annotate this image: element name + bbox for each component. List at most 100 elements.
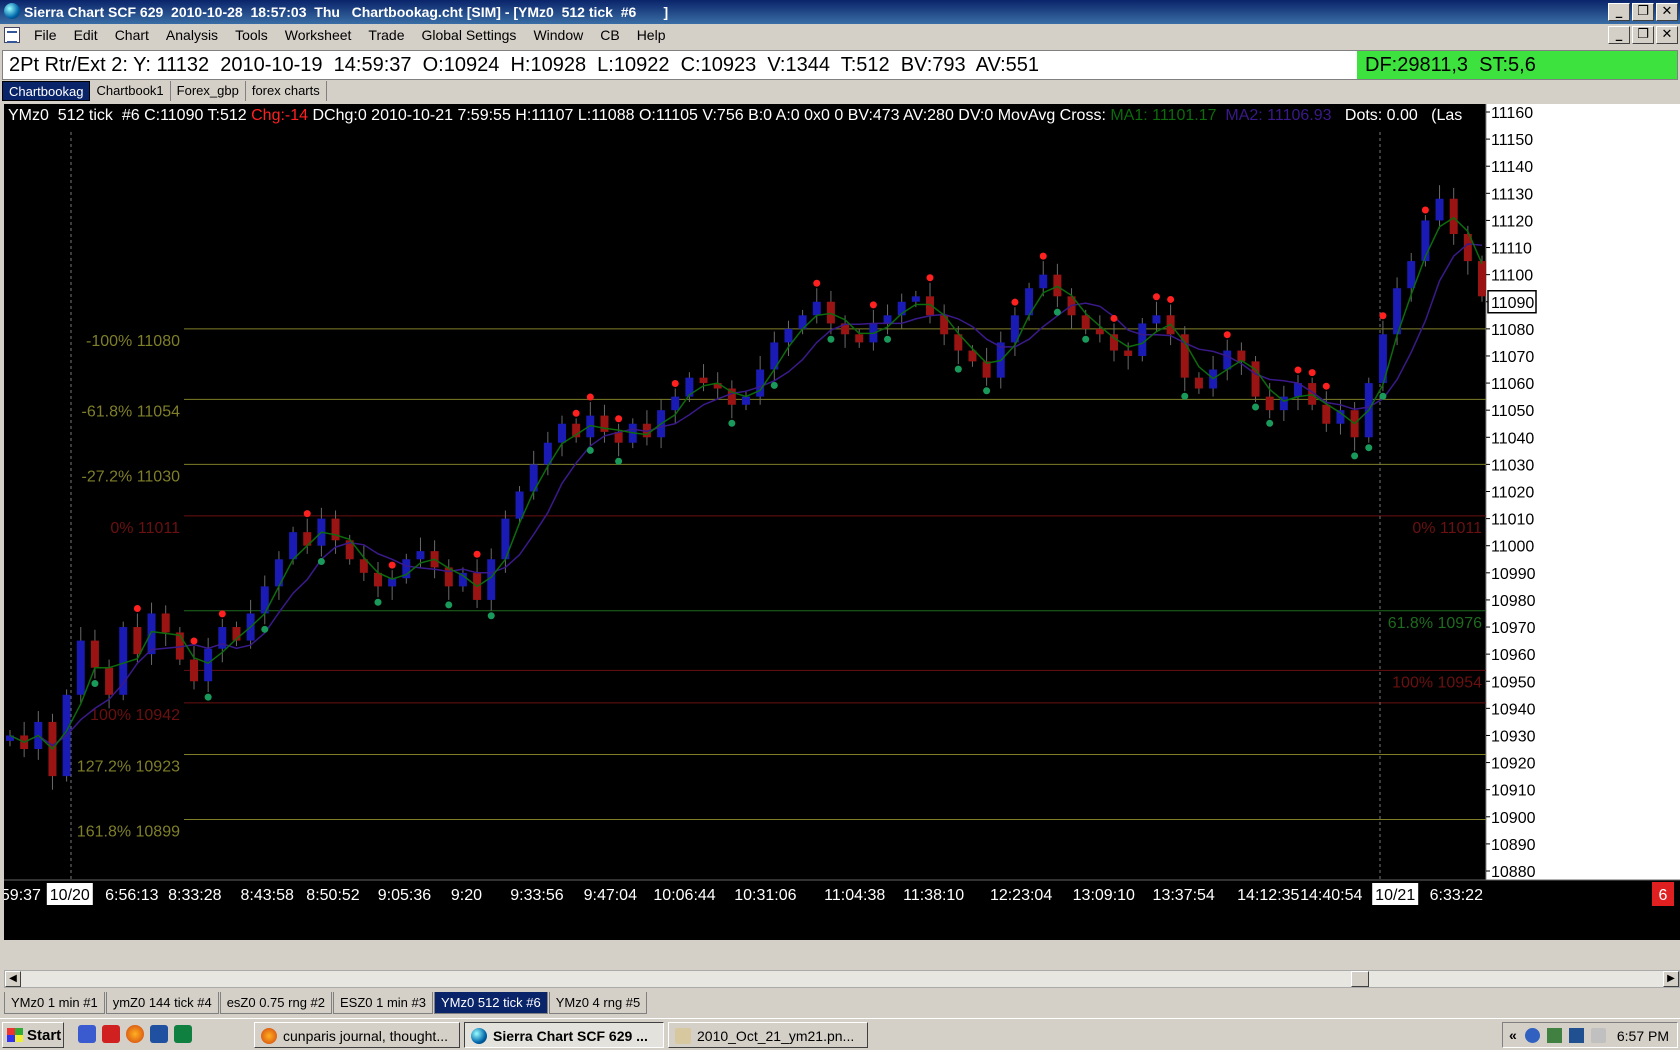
candle-body [1138,323,1147,356]
last-price-label: 11090 [1491,295,1534,312]
chart-tab-ymz0-144tick[interactable]: ymZ0 144 tick #4 [105,992,219,1014]
chart-tab-ymz0-512tick[interactable]: YMz0 512 tick #6 [434,992,548,1014]
tab-forex-charts[interactable]: forex charts [246,81,327,101]
swing-low-dot [1266,419,1274,427]
time-label: 14:40:54 [1300,887,1362,904]
sierra-chart-app-icon[interactable] [4,3,20,19]
swing-high-dot [388,561,396,569]
swing-low-dot [1181,392,1189,400]
candle-body [911,296,920,302]
candle-body [1322,404,1331,424]
axis-count-badge-label: 6 [1659,887,1668,904]
header-prefix: YMz0 512 tick #6 C:11090 T:512 [8,107,252,124]
y-tick-label: 10940 [1491,701,1536,718]
swing-low-dot [1351,452,1359,460]
menu-global-settings[interactable]: Global Settings [421,27,516,43]
doc-restore-button[interactable]: ❐ [1632,26,1654,44]
menu-tools[interactable]: Tools [235,27,268,43]
swing-high-dot [1011,298,1019,306]
task-image-viewer[interactable]: 2010_Oct_21_ym21.pn... [668,1022,868,1048]
show-desktop-icon[interactable] [78,1025,96,1043]
start-button[interactable]: Start [2,1022,64,1048]
chart-tab-esz0-075rng[interactable]: esZ0 0.75 rng #2 [219,992,332,1014]
y-tick-label: 10900 [1491,810,1536,827]
chart-canvas[interactable]: 11160 11150 11140 11130 11120 11110 11100 11090… [4,104,1680,940]
menu-analysis[interactable]: Analysis [166,27,218,43]
chart-scrollbar[interactable]: ◀ ▶ [4,970,1680,988]
date-marker-label: 10/20 [50,887,90,904]
candle-body [1223,350,1232,370]
menu-file[interactable]: File [34,27,57,43]
document-icon[interactable] [4,27,20,43]
menu-cb[interactable]: CB [600,27,619,43]
menu-edit[interactable]: Edit [74,27,98,43]
task-firefox[interactable]: cunparis journal, thought... [254,1022,460,1048]
minimize-button[interactable]: _ [1608,3,1630,21]
tab-forex-gbp[interactable]: Forex_gbp [171,81,246,101]
sierra-chart-icon [471,1028,487,1044]
swing-high-dot [133,604,141,612]
chart-tab-ymz0-4rng[interactable]: YMz0 4 rng #5 [548,992,648,1014]
swing-high-dot [586,393,594,401]
swing-high-dot [303,510,311,518]
scroll-left-arrow[interactable]: ◀ [5,971,21,987]
swing-high-dot [190,637,198,645]
task-firefox-label: cunparis journal, thought... [283,1028,448,1044]
scroll-thumb[interactable] [1351,971,1369,987]
swing-low-dot [1252,403,1260,411]
time-label: 9:05:36 [378,887,431,904]
menu-worksheet[interactable]: Worksheet [285,27,352,43]
tray-expand-chevron-icon[interactable]: « [1509,1027,1517,1043]
tab-chartbook1[interactable]: Chartbook1 [90,81,171,101]
price-chart[interactable]: 11160 11150 11140 11130 11120 11110 11100 11090… [4,104,1680,940]
doc-close-button[interactable]: ✕ [1656,26,1678,44]
window-controls: _ ❐ ✕ [1608,3,1678,21]
candle-body [855,334,864,343]
y-tick-label: 10950 [1491,674,1536,691]
time-label: 12:23:04 [990,887,1052,904]
chart-tab-ymz0-1min[interactable]: YMz0 1 min #1 [4,992,105,1014]
y-tick-label: 10990 [1491,566,1536,583]
y-tick-label: 11060 [1491,376,1534,393]
y-tick-label: 11050 [1491,403,1534,420]
taskbar: Start cunparis journal, thought... Sierr… [0,1018,1680,1050]
swing-low-dot [261,625,269,633]
document-window-controls: _ ❐ ✕ [1608,26,1678,44]
y-tick-label: 11030 [1491,457,1534,474]
menu-help[interactable]: Help [637,27,666,43]
shield-icon[interactable] [150,1025,168,1043]
network-icon[interactable] [1569,1028,1584,1043]
restore-button[interactable]: ❐ [1632,3,1654,21]
y-tick-label: 11010 [1491,512,1534,529]
task-sierra-chart[interactable]: Sierra Chart SCF 629 ... [464,1022,664,1048]
candle-body [1435,198,1444,221]
swing-high-dot [1421,206,1429,214]
network-app-icon[interactable] [174,1025,192,1043]
tab-chartbookag[interactable]: Chartbookag [2,81,91,101]
candle-body [416,551,425,560]
volume-icon[interactable] [1591,1028,1606,1043]
start-label: Start [27,1027,62,1044]
tray-icon-2[interactable] [1547,1028,1562,1043]
candle-body [812,301,821,316]
y-tick-label: 11120 [1491,213,1533,230]
scroll-right-arrow[interactable]: ▶ [1663,971,1679,987]
y-tick-label: 11110 [1491,241,1532,258]
menu-chart[interactable]: Chart [115,27,149,43]
close-button[interactable]: ✕ [1656,3,1678,21]
header-dots: Dots: 0.00 [1344,107,1418,124]
chart-tab-esz0-1min[interactable]: ESZ0 1 min #3 [333,992,433,1014]
swing-high-dot [1379,312,1387,320]
title-bar: Sierra Chart SCF 629 2010-10-28 18:57:03… [0,0,1680,24]
menu-trade[interactable]: Trade [368,27,404,43]
header-middle: DChg:0 2010-10-21 7:59:55 H:11107 L:1108… [308,107,1111,124]
quicklaunch-app-icon[interactable] [102,1025,120,1043]
windows-logo-icon [7,1028,23,1042]
swing-low-dot [1082,335,1090,343]
time-label: 14:12:35 [1237,887,1299,904]
doc-minimize-button[interactable]: _ [1608,26,1630,44]
tray-icon-1[interactable] [1525,1028,1540,1043]
menu-window[interactable]: Window [533,27,583,43]
firefox-icon[interactable] [126,1025,144,1043]
swing-high-dot [1167,295,1175,303]
